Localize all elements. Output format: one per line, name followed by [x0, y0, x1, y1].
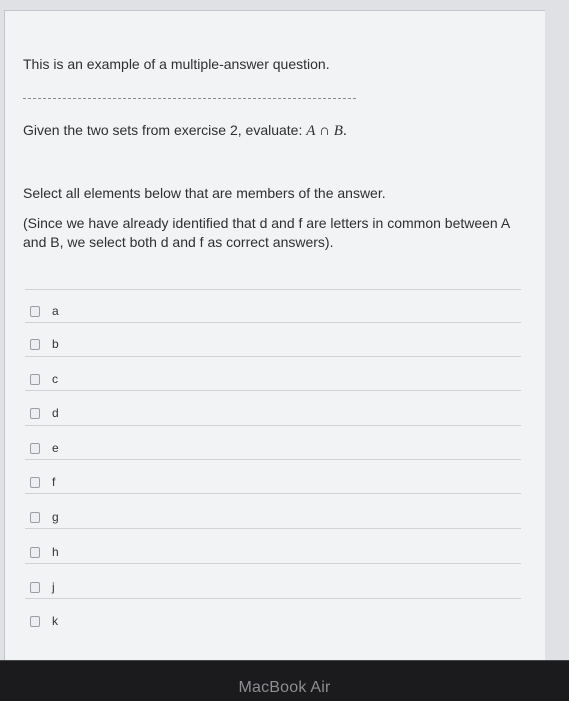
option-divider	[25, 425, 521, 426]
divider	[23, 98, 356, 99]
option-divider	[25, 390, 521, 391]
option-b[interactable]: b	[30, 335, 59, 353]
set-expression: A ∩ B.	[306, 123, 346, 139]
screen: This is an example of a multiple-answer …	[0, 0, 569, 661]
option-label: c	[52, 372, 58, 386]
set-b: B	[333, 123, 343, 139]
option-c[interactable]: c	[30, 370, 58, 388]
option-a[interactable]: a	[30, 302, 59, 320]
checkbox[interactable]	[30, 511, 40, 523]
option-h[interactable]: h	[30, 543, 59, 561]
option-label: h	[52, 545, 59, 559]
prompt-text: Given the two sets from exercise 2, eval…	[23, 122, 307, 138]
option-j[interactable]: j	[30, 578, 55, 596]
checkbox[interactable]	[30, 581, 40, 593]
option-f[interactable]: f	[30, 473, 55, 491]
option-label: k	[52, 614, 58, 628]
option-label: e	[52, 441, 59, 455]
option-k[interactable]: k	[30, 612, 58, 630]
option-label: f	[52, 475, 56, 489]
option-label: d	[52, 406, 59, 420]
instruction-text: Select all elements below that are membe…	[23, 185, 386, 201]
option-divider	[25, 356, 521, 357]
checkbox[interactable]	[30, 476, 40, 488]
question-intro: This is an example of a multiple-answer …	[23, 56, 330, 72]
checkbox[interactable]	[30, 338, 40, 350]
checkbox[interactable]	[30, 442, 40, 454]
checkbox[interactable]	[30, 615, 40, 627]
intersection-symbol: ∩	[315, 123, 334, 139]
option-divider	[25, 528, 521, 529]
option-divider	[25, 563, 521, 564]
option-divider	[25, 493, 521, 494]
option-divider	[25, 289, 521, 290]
option-d[interactable]: d	[30, 404, 59, 422]
checkbox[interactable]	[30, 407, 40, 419]
option-divider	[25, 459, 521, 460]
option-g[interactable]: g	[30, 508, 59, 526]
option-e[interactable]: e	[30, 439, 59, 457]
checkbox[interactable]	[30, 373, 40, 385]
option-label: a	[52, 304, 59, 318]
expr-period: .	[342, 123, 347, 139]
question-prompt: Given the two sets from exercise 2, eval…	[23, 122, 347, 140]
laptop-bezel: MacBook Air	[0, 660, 569, 701]
option-divider	[25, 322, 521, 323]
device-brand-label: MacBook Air	[238, 679, 331, 696]
explanation-text: (Since we have already identified that d…	[23, 215, 510, 250]
option-label: b	[52, 337, 59, 351]
option-divider	[25, 598, 521, 599]
question-panel: This is an example of a multiple-answer …	[4, 10, 545, 661]
option-label: g	[52, 510, 59, 524]
checkbox[interactable]	[30, 546, 40, 558]
checkbox[interactable]	[30, 305, 40, 317]
option-label: j	[52, 580, 55, 594]
